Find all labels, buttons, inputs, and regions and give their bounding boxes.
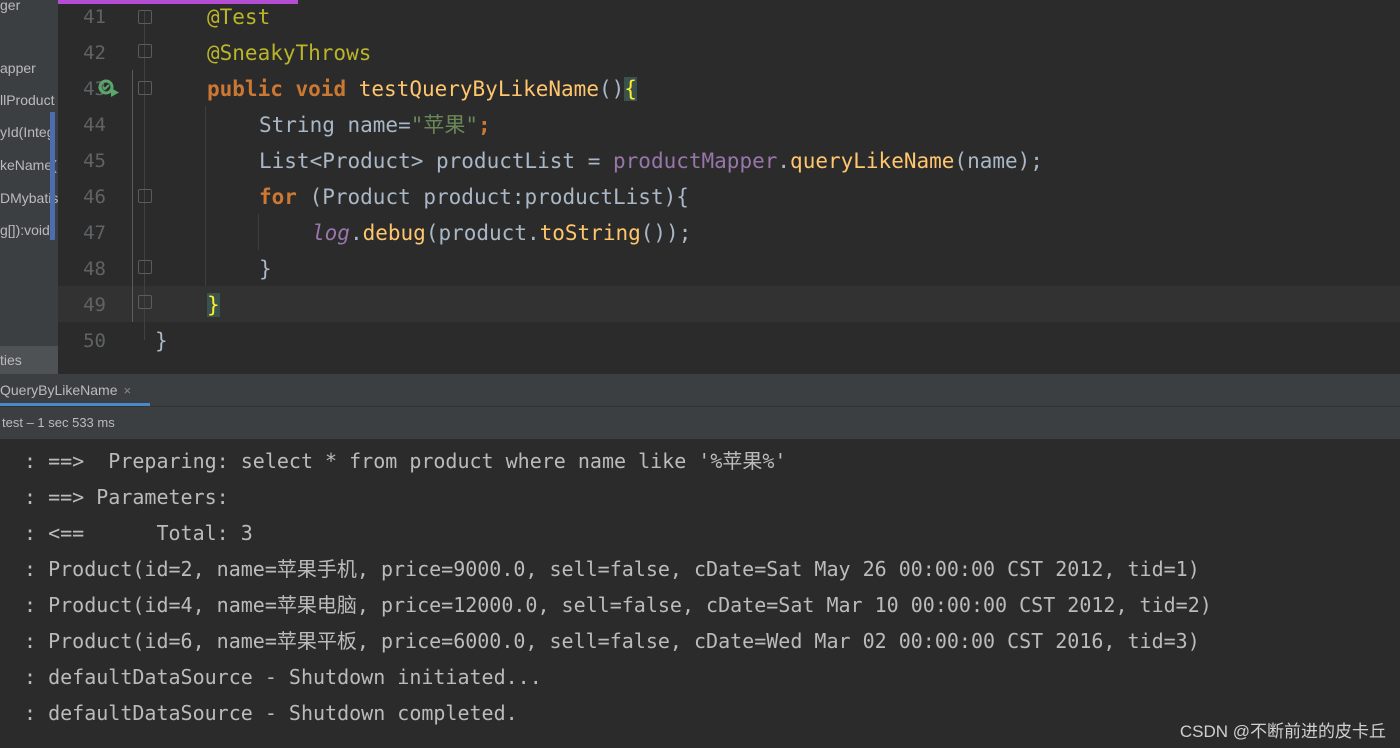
fold-marker-icon[interactable] xyxy=(138,260,152,274)
test-status-bar: test – 1 sec 533 ms xyxy=(0,407,1400,439)
parens: () xyxy=(598,77,625,101)
console-line: : ==> Preparing: select * from product w… xyxy=(24,449,787,473)
for-clause: (Product product:productList){ xyxy=(296,185,689,209)
console-line: : defaultDataSource - Shutdown completed… xyxy=(24,701,518,725)
args-end: ()); xyxy=(640,221,692,245)
indent-guide xyxy=(205,106,206,286)
fold-marker-icon[interactable] xyxy=(138,81,152,95)
sidebar-item[interactable]: apper xyxy=(0,53,58,83)
console-line: : <== Total: 3 xyxy=(24,521,253,545)
test-duration: test – 1 sec 533 ms xyxy=(2,415,115,430)
sidebar-item[interactable]: llProduct xyxy=(0,85,58,115)
console-output[interactable]: : ==> Preparing: select * from product w… xyxy=(0,440,1400,748)
method-call: queryLikeName xyxy=(790,149,955,173)
watermark: CSDN @不断前进的皮卡丘 xyxy=(1179,722,1386,741)
close-icon[interactable]: × xyxy=(124,383,132,398)
field-ref: productMapper xyxy=(613,149,778,173)
console-line: : defaultDataSource - Shutdown initiated… xyxy=(24,665,542,689)
string-literal: "苹果" xyxy=(410,113,479,137)
fold-marker-icon[interactable] xyxy=(138,44,152,58)
fold-marker-icon[interactable] xyxy=(138,189,152,203)
matched-brace: } xyxy=(207,293,220,317)
tab-run-configuration[interactable]: QueryByLikeName × xyxy=(0,374,150,406)
console-line: : Product(id=4, name=苹果电脑, price=12000.0… xyxy=(24,593,1212,617)
properties-tab[interactable]: ties xyxy=(0,346,58,374)
line-number: 41 xyxy=(83,6,106,28)
static-field: log xyxy=(312,221,350,245)
code-line-42: @SneakyThrows xyxy=(207,35,371,71)
code-editor[interactable]: 41 42 43 44 45 46 47 48 49 50 @Test @Sne… xyxy=(58,0,1400,374)
scroll-accent xyxy=(50,112,55,240)
code-line-48: } xyxy=(259,251,272,287)
method-call: debug xyxy=(362,221,426,245)
closing-brace: } xyxy=(155,329,168,353)
line-number: 42 xyxy=(83,42,106,64)
console-line: : Product(id=6, name=苹果平板, price=6000.0,… xyxy=(24,629,1200,653)
line-number: 48 xyxy=(83,258,106,280)
code-line-43: public void testQueryByLikeName(){ xyxy=(207,71,637,107)
fold-guide xyxy=(144,10,145,340)
matched-brace: { xyxy=(624,77,637,101)
console-line: : Product(id=2, name=苹果手机, price=9000.0,… xyxy=(24,557,1200,581)
code-line-50: } xyxy=(155,323,168,359)
keyword: void xyxy=(295,77,347,101)
tab-label: QueryByLikeName xyxy=(0,382,118,398)
code-line-44: String name="苹果"; xyxy=(259,107,491,143)
var-decl: name= xyxy=(334,113,411,137)
keyword: public xyxy=(207,77,283,101)
code-line-46: for (Product product:productList){ xyxy=(259,179,689,215)
args: (name); xyxy=(954,149,1043,173)
code-line-45: List<Product> productList = productMappe… xyxy=(259,143,1043,179)
sidebar-item[interactable]: ger xyxy=(0,0,58,20)
annotation: @SneakyThrows xyxy=(207,41,372,65)
keyword: for xyxy=(259,185,297,209)
semicolon: ; xyxy=(478,113,491,137)
code-line-47: log.debug(product.toString()); xyxy=(312,215,691,251)
run-tool-window-header: QueryByLikeName × xyxy=(0,374,1400,407)
structure-sidebar: ger apper llProduct yId(Integ keName( DM… xyxy=(0,0,58,374)
line-number: 49 xyxy=(83,294,106,316)
line-number: 46 xyxy=(83,186,106,208)
line-number: 47 xyxy=(83,222,106,244)
method-name: testQueryByLikeName xyxy=(358,77,599,101)
console-line: : ==> Parameters: xyxy=(24,485,241,509)
code-line-49: } xyxy=(207,287,220,323)
line-number: 44 xyxy=(83,114,106,136)
line-number: 45 xyxy=(83,150,106,172)
closing-brace: } xyxy=(259,257,272,281)
dot: . xyxy=(349,221,363,245)
code-line-41: @Test xyxy=(207,0,270,35)
indent-guide xyxy=(132,70,133,322)
declaration: List<Product> productList = xyxy=(259,149,614,173)
run-test-icon[interactable] xyxy=(98,78,120,98)
dot: . xyxy=(777,149,791,173)
current-line-highlight xyxy=(58,286,1400,322)
type-name: String xyxy=(259,113,335,137)
line-number: 50 xyxy=(83,330,106,352)
args: (product. xyxy=(425,221,540,245)
annotation: @Test xyxy=(207,5,271,29)
indent-guide xyxy=(258,214,259,250)
method-call: toString xyxy=(539,221,641,245)
fold-marker-icon[interactable] xyxy=(138,295,152,309)
fold-marker-icon[interactable] xyxy=(138,10,152,24)
